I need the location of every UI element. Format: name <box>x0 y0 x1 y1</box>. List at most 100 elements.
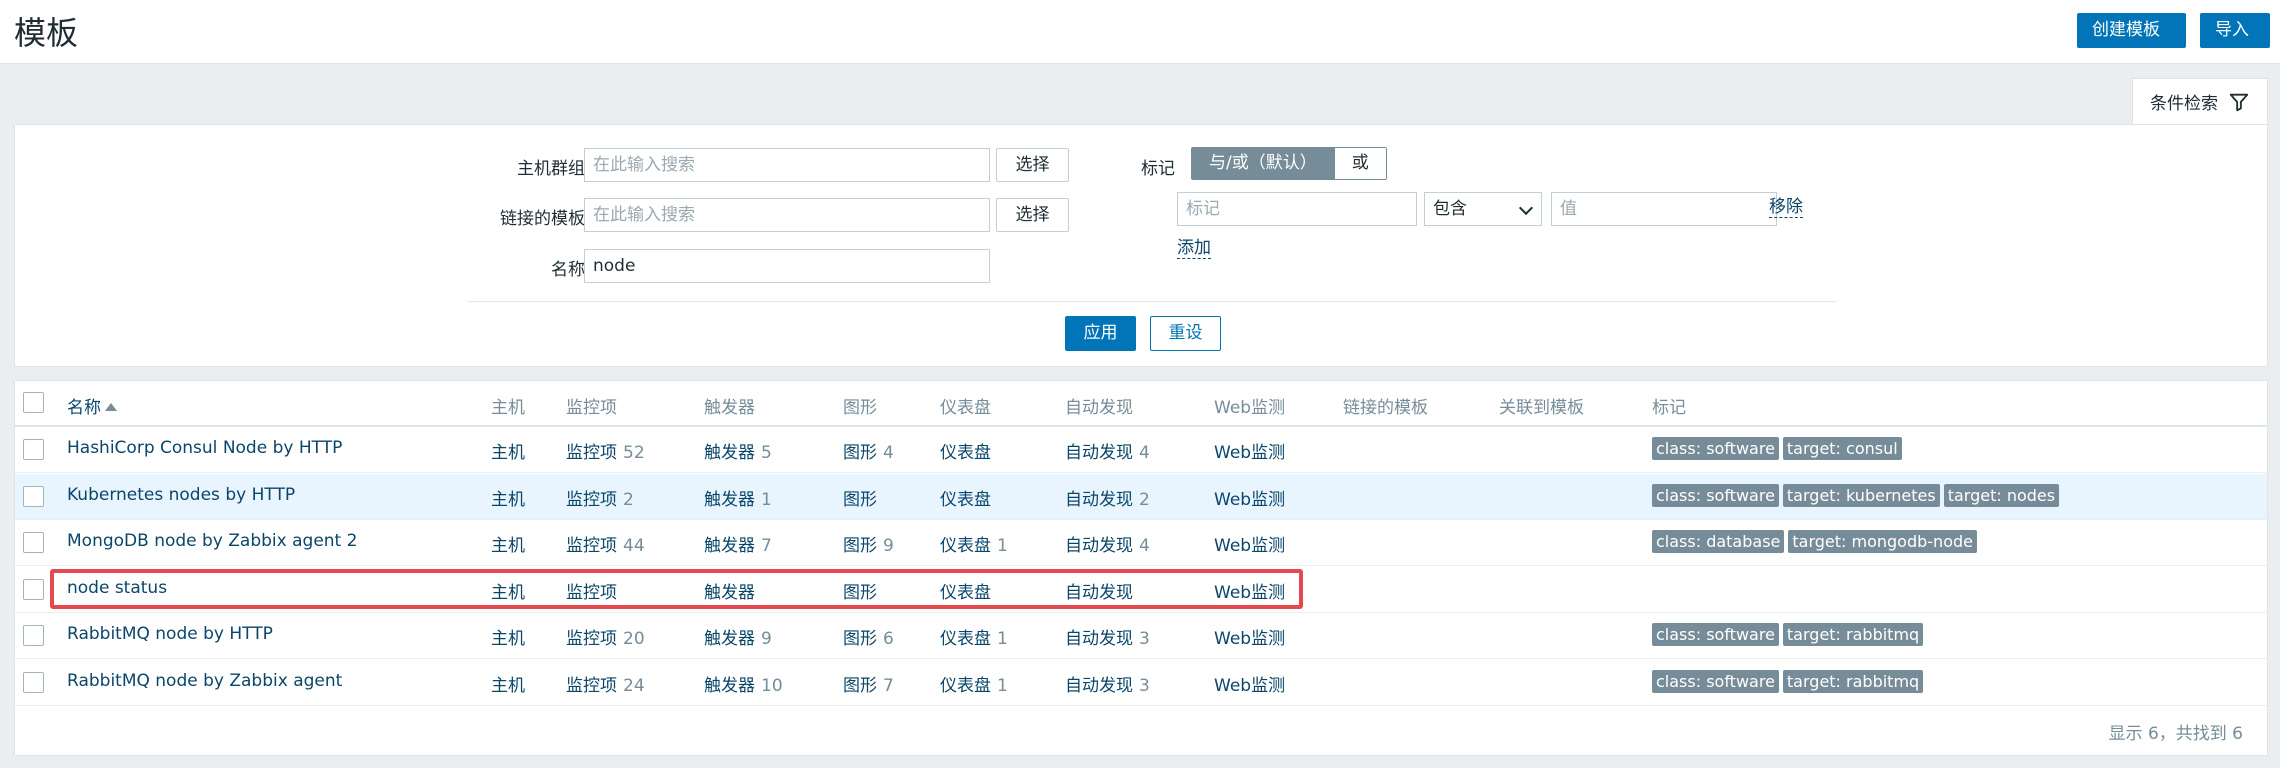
tag-badge[interactable]: target: consul <box>1782 437 1902 460</box>
items-link[interactable]: 监控项 <box>566 578 617 603</box>
web-link[interactable]: Web监测 <box>1214 485 1285 510</box>
tag-name-input[interactable]: 标记 <box>1177 192 1417 226</box>
dashboards-link-label: 仪表盘 <box>940 536 991 556</box>
template-name-link[interactable]: node status <box>67 578 167 598</box>
items-link[interactable]: 监控项 24 <box>566 671 645 696</box>
graphs-link[interactable]: 图形 9 <box>843 531 894 556</box>
dashboards-link[interactable]: 仪表盘 1 <box>940 531 1008 556</box>
discovery-link[interactable]: 自动发现 3 <box>1065 624 1150 649</box>
hosts-link[interactable]: 主机 <box>491 624 525 649</box>
filter-tab[interactable]: 条件检索 <box>2132 78 2268 124</box>
tag-badge[interactable]: target: kubernetes <box>1782 483 1940 507</box>
triggers-link-count: 10 <box>761 675 783 696</box>
templates-table: 名称 主机 监控项 触发器 图形 仪表盘 自动发现 Web监测 链接的模板 关联… <box>14 380 2268 756</box>
import-button[interactable]: 导入 <box>2200 13 2270 48</box>
dashboards-link[interactable]: 仪表盘 <box>940 578 991 603</box>
row-checkbox[interactable] <box>23 532 44 553</box>
items-link[interactable]: 监控项 44 <box>566 531 645 556</box>
web-link-label: Web监测 <box>1214 582 1286 603</box>
table-row: RabbitMQ node by HTTP 主机 监控项 20 触发器 9 图形 6 仪表盘 1 自… <box>15 613 2267 659</box>
apply-button[interactable]: 应用 <box>1065 316 1136 351</box>
select-all-checkbox[interactable] <box>23 392 44 413</box>
hosts-link[interactable]: 主机 <box>491 531 525 556</box>
triggers-link[interactable]: 触发器 1 <box>704 485 772 510</box>
dashboards-link-count: 1 <box>997 629 1008 649</box>
tag-mode-toggle: 与/或（默认） 或 <box>1191 147 1387 180</box>
tag-badge[interactable]: class: software <box>1652 623 1779 646</box>
graphs-link-label: 图形 <box>843 675 877 696</box>
row-checkbox[interactable] <box>23 439 44 460</box>
web-link[interactable]: Web监测 <box>1214 438 1285 463</box>
discovery-link[interactable]: 自动发现 2 <box>1065 485 1150 510</box>
hosts-link[interactable]: 主机 <box>491 671 525 696</box>
items-link[interactable]: 监控项 52 <box>566 438 645 463</box>
name-input[interactable]: node <box>584 249 990 283</box>
tag-operator-select[interactable]: 包含 <box>1424 192 1542 226</box>
web-link[interactable]: Web监测 <box>1214 671 1285 696</box>
triggers-link[interactable]: 触发器 9 <box>704 624 772 649</box>
web-link[interactable]: Web监测 <box>1214 578 1285 603</box>
dashboards-link[interactable]: 仪表盘 1 <box>940 671 1008 696</box>
graphs-link[interactable]: 图形 6 <box>843 624 894 649</box>
tag-badge[interactable]: class: software <box>1652 437 1779 460</box>
row-checkbox[interactable] <box>23 625 44 646</box>
dashboards-link[interactable]: 仪表盘 <box>940 485 991 510</box>
template-name-link[interactable]: RabbitMQ node by HTTP <box>67 624 273 644</box>
host-group-input[interactable]: 在此输入搜索 <box>584 148 990 182</box>
tag-add-link[interactable]: 添加 <box>1177 238 1211 259</box>
triggers-link[interactable]: 触发器 5 <box>704 438 772 463</box>
items-link-count: 44 <box>623 536 645 556</box>
tag-badge[interactable]: class: software <box>1652 669 1779 693</box>
row-checkbox[interactable] <box>23 485 44 507</box>
template-name-link[interactable]: HashiCorp Consul Node by HTTP <box>67 438 342 458</box>
graphs-link[interactable]: 图形 4 <box>843 438 894 463</box>
discovery-link[interactable]: 自动发现 4 <box>1065 531 1150 556</box>
web-link-label: Web监测 <box>1214 443 1286 463</box>
column-name[interactable]: 名称 <box>67 393 117 418</box>
discovery-link[interactable]: 自动发现 4 <box>1065 438 1150 463</box>
triggers-link-label: 触发器 <box>704 675 755 696</box>
linked-templates-select-button[interactable]: 选择 <box>996 198 1069 232</box>
hosts-link[interactable]: 主机 <box>491 438 525 463</box>
tag-mode-and-or[interactable]: 与/或（默认） <box>1192 148 1334 179</box>
create-template-button[interactable]: 创建模板 <box>2077 13 2186 48</box>
tag-badge[interactable]: target: nodes <box>1943 483 2060 507</box>
discovery-link[interactable]: 自动发现 <box>1065 578 1133 603</box>
tag-badge[interactable]: class: database <box>1652 530 1785 553</box>
graphs-link[interactable]: 图形 <box>843 485 877 510</box>
web-link[interactable]: Web监测 <box>1214 624 1285 649</box>
triggers-link[interactable]: 触发器 <box>704 578 755 603</box>
tag-badge[interactable]: target: rabbitmq <box>1782 669 1924 693</box>
web-link[interactable]: Web监测 <box>1214 531 1285 556</box>
page-title: 模板 <box>14 14 79 52</box>
tag-value-input[interactable]: 值 <box>1551 192 1777 226</box>
tag-badge[interactable]: class: software <box>1652 483 1779 507</box>
template-name-link[interactable]: MongoDB node by Zabbix agent 2 <box>67 531 357 551</box>
host-group-select-button[interactable]: 选择 <box>996 148 1069 182</box>
tag-remove-link[interactable]: 移除 <box>1769 197 1803 218</box>
tag-badge[interactable]: target: mongodb-node <box>1788 530 1977 553</box>
triggers-link-label: 触发器 <box>704 443 755 463</box>
triggers-link[interactable]: 触发器 7 <box>704 531 772 556</box>
reset-button[interactable]: 重设 <box>1150 316 1221 351</box>
page-header: 模板 创建模板 导入 <box>0 0 2280 64</box>
graphs-link[interactable]: 图形 <box>843 578 877 603</box>
discovery-link[interactable]: 自动发现 3 <box>1065 671 1150 696</box>
tag-badge[interactable]: target: rabbitmq <box>1782 623 1924 646</box>
items-link[interactable]: 监控项 2 <box>566 485 634 510</box>
dashboards-link[interactable]: 仪表盘 <box>940 438 991 463</box>
items-link[interactable]: 监控项 20 <box>566 624 645 649</box>
triggers-link[interactable]: 触发器 10 <box>704 671 783 696</box>
row-checkbox[interactable] <box>23 578 44 600</box>
tag-mode-or[interactable]: 或 <box>1333 148 1386 179</box>
hosts-link[interactable]: 主机 <box>491 578 525 603</box>
template-name-link[interactable]: Kubernetes nodes by HTTP <box>67 485 295 505</box>
linked-templates-input[interactable]: 在此输入搜索 <box>584 198 990 232</box>
filter-tab-label: 条件检索 <box>2150 94 2218 114</box>
template-name-link[interactable]: RabbitMQ node by Zabbix agent <box>67 671 342 691</box>
dashboards-link[interactable]: 仪表盘 1 <box>940 624 1008 649</box>
graphs-link-count: 7 <box>883 675 894 696</box>
row-checkbox[interactable] <box>23 671 44 693</box>
hosts-link[interactable]: 主机 <box>491 485 525 510</box>
graphs-link[interactable]: 图形 7 <box>843 671 894 696</box>
